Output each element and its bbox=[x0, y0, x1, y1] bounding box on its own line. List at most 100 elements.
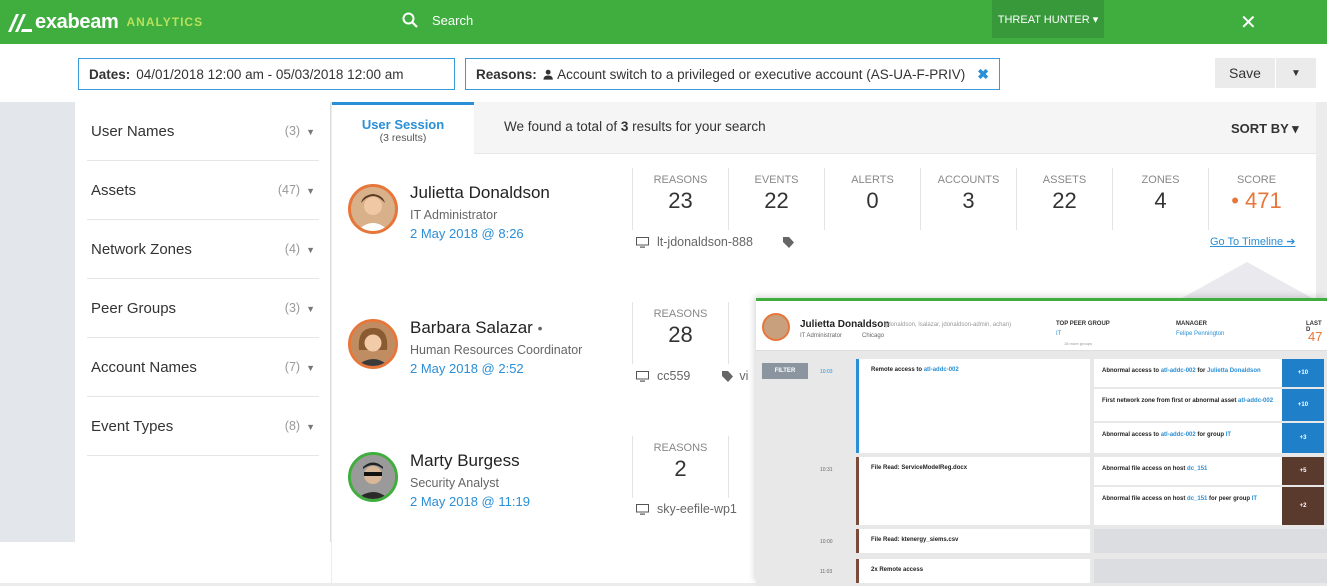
reason-item[interactable]: First network zone from first or abnorma… bbox=[1094, 389, 1282, 421]
session-date[interactable]: 2 May 2018 @ 11:19 bbox=[410, 494, 530, 509]
popup-filter-button[interactable]: FILTER bbox=[762, 363, 808, 379]
peer-group-value[interactable]: IT bbox=[1056, 331, 1061, 337]
left-gutter bbox=[0, 102, 75, 542]
threat-hunter-menu[interactable]: THREAT HUNTER ▾ bbox=[992, 0, 1104, 38]
stat-assets: ASSETS 22 bbox=[1016, 168, 1112, 230]
facet-label: User Names bbox=[91, 122, 175, 140]
facet-user-names[interactable]: User Names (3) ▼ bbox=[87, 102, 319, 161]
asset-host[interactable]: sky-eefile-wp1 bbox=[636, 502, 737, 516]
facet-peer-groups[interactable]: Peer Groups (3) ▼ bbox=[87, 279, 319, 338]
user-role: Human Resources Coordinator bbox=[410, 343, 583, 357]
monitor-icon bbox=[636, 503, 649, 515]
tab-strip: User Session (3 results) We found a tota… bbox=[332, 102, 1316, 154]
reasons-value: Account switch to a privileged or execut… bbox=[557, 66, 966, 82]
user-stats: REASONS 23 EVENTS 22 ALERTS 0 ACCOUNTS 3 ASS… bbox=[632, 168, 1304, 230]
reason-score: +2 bbox=[1282, 487, 1324, 525]
event-time: 11:03 bbox=[820, 569, 833, 575]
user-stats: REASONS 2 bbox=[632, 436, 758, 498]
popup-accounts: (jdonaldson, lsalazar, jdonaldson-admin,… bbox=[884, 322, 1012, 328]
timeline-event[interactable]: Remote access to atl-addc-002 bbox=[856, 359, 1090, 453]
facet-network-zones[interactable]: Network Zones (4) ▼ bbox=[87, 220, 319, 279]
asset-host[interactable]: lt-jdonaldson-888 bbox=[636, 235, 802, 249]
timeline-event[interactable]: File Read: ServiceModelReg.docx bbox=[856, 457, 1090, 525]
search-label: Search bbox=[432, 12, 474, 28]
remove-filter-icon[interactable]: ✖ bbox=[977, 66, 989, 83]
facet-count: (7) ▼ bbox=[284, 360, 315, 374]
exabeam-logo[interactable]: exabeam ANALYTICS bbox=[6, 10, 203, 34]
facet-label: Peer Groups bbox=[91, 299, 177, 317]
popup-timeline: FILTER 10:03 10:31 10:00 11:03 Remote ac… bbox=[756, 351, 1327, 586]
timeline-preview-popup: Julietta Donaldson (jdonaldson, lsalazar… bbox=[756, 298, 1327, 586]
save-split-button: Save ▼ bbox=[1215, 58, 1316, 88]
search-icon bbox=[402, 12, 418, 28]
stat-divider bbox=[728, 302, 758, 364]
user-name[interactable]: Marty Burgess bbox=[410, 451, 520, 471]
facet-assets[interactable]: Assets (47) ▼ bbox=[87, 161, 319, 220]
dates-label: Dates: bbox=[89, 66, 131, 82]
search-button[interactable]: Search bbox=[402, 12, 473, 28]
stat-accounts: ACCOUNTS 3 bbox=[920, 168, 1016, 230]
chevron-down-icon: ▼ bbox=[306, 422, 315, 432]
facet-count: (47) ▼ bbox=[277, 183, 315, 197]
user-icon bbox=[543, 69, 553, 80]
reason-item[interactable]: Abnormal access to atl-addc-002 for grou… bbox=[1094, 423, 1282, 453]
dates-filter-chip[interactable]: Dates: 04/01/2018 12:00 am - 05/03/2018 … bbox=[78, 58, 455, 90]
reason-placeholder bbox=[1094, 559, 1327, 583]
facet-sidebar: User Names (3) ▼ Assets (47) ▼ Network Zon… bbox=[75, 102, 331, 542]
reasons-filter-chip[interactable]: Reasons: Account switch to a privileged … bbox=[465, 58, 1000, 90]
top-bar: exabeam ANALYTICS Search THREAT HUNTER ▾… bbox=[0, 0, 1327, 44]
user-name[interactable]: Barbara Salazar • bbox=[410, 318, 542, 338]
facet-account-names[interactable]: Account Names (7) ▼ bbox=[87, 338, 319, 397]
save-dropdown-icon[interactable]: ▼ bbox=[1275, 58, 1316, 88]
exabeam-logo-icon bbox=[8, 14, 32, 32]
chevron-down-icon: ▼ bbox=[306, 127, 315, 137]
user-role: Security Analyst bbox=[410, 476, 499, 490]
last-value: 47 bbox=[1308, 329, 1323, 344]
tab-result-count: (3 results) bbox=[379, 132, 427, 144]
stat-events: EVENTS 22 bbox=[728, 168, 824, 230]
tab-user-session[interactable]: User Session (3 results) bbox=[332, 102, 474, 154]
reason-item[interactable]: Abnormal file access on host dc_151 bbox=[1094, 457, 1282, 485]
timeline-event[interactable]: 2x Remote access bbox=[856, 559, 1090, 583]
timeline-event[interactable]: File Read: ktenergy_siems.csv bbox=[856, 529, 1090, 553]
facet-label: Account Names bbox=[91, 358, 197, 376]
facet-count: (3) ▼ bbox=[284, 301, 315, 315]
session-date[interactable]: 2 May 2018 @ 8:26 bbox=[410, 226, 524, 241]
facet-label: Network Zones bbox=[91, 240, 192, 258]
close-icon[interactable]: ✕ bbox=[1240, 10, 1257, 35]
user-stats: REASONS 28 bbox=[632, 302, 758, 364]
monitor-icon bbox=[636, 370, 649, 382]
popup-pointer bbox=[1182, 262, 1312, 298]
tag-icon bbox=[782, 236, 794, 248]
go-to-timeline-link[interactable]: Go To Timeline ➔ bbox=[1210, 235, 1295, 248]
avatar bbox=[348, 184, 398, 234]
reasons-label: Reasons: bbox=[476, 66, 537, 82]
popup-role: IT Administrator bbox=[800, 333, 842, 339]
sort-by-dropdown[interactable]: SORT BY ▾ bbox=[1231, 121, 1299, 137]
tag-icon bbox=[722, 370, 734, 382]
reason-placeholder bbox=[1094, 529, 1327, 553]
facet-label: Assets bbox=[91, 181, 137, 199]
facet-event-types[interactable]: Event Types (8) ▼ bbox=[87, 397, 319, 456]
reason-item[interactable]: Abnormal file access on host dc_151 for … bbox=[1094, 487, 1282, 525]
session-date[interactable]: 2 May 2018 @ 2:52 bbox=[410, 361, 524, 376]
manager-value[interactable]: Felipe Pennington bbox=[1176, 331, 1224, 337]
tab-label: User Session bbox=[361, 117, 445, 132]
brand-sub: ANALYTICS bbox=[126, 15, 204, 29]
reason-score: +10 bbox=[1282, 389, 1324, 421]
reason-item[interactable]: Abnormal access to atl-addc-002 for Juli… bbox=[1094, 359, 1282, 387]
manager-label: MANAGER bbox=[1176, 321, 1207, 327]
asset-host[interactable]: cc559 vi bbox=[636, 369, 748, 383]
user-name[interactable]: Julietta Donaldson bbox=[410, 183, 550, 203]
popup-location: Chicago bbox=[862, 333, 885, 339]
stat-reasons: REASONS 23 bbox=[632, 168, 728, 230]
popup-user-name[interactable]: Julietta Donaldson bbox=[800, 319, 889, 330]
event-time: 10:00 bbox=[820, 539, 833, 545]
save-button[interactable]: Save bbox=[1215, 65, 1275, 81]
avatar bbox=[348, 319, 398, 369]
facet-count: (4) ▼ bbox=[284, 242, 315, 256]
peer-group-sub: 18 more groups bbox=[1064, 341, 1093, 346]
chevron-down-icon: ▼ bbox=[306, 304, 315, 314]
user-role: IT Administrator bbox=[410, 208, 498, 222]
stat-alerts: ALERTS 0 bbox=[824, 168, 920, 230]
